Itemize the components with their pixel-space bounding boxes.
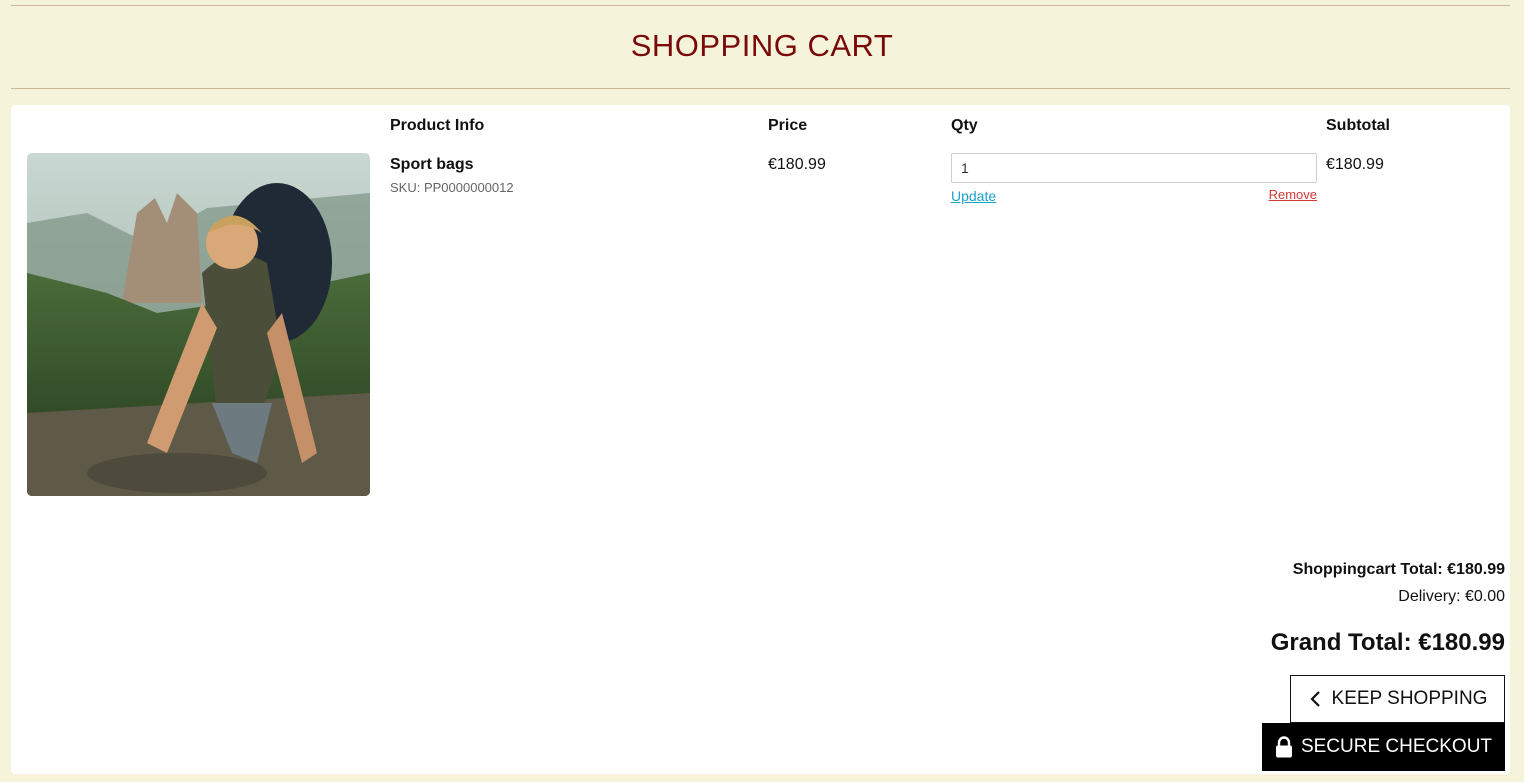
product-sku: SKU: PP0000000012 — [390, 180, 514, 195]
remove-link[interactable]: Remove — [1269, 187, 1317, 202]
page-title: SHOPPING CART — [630, 28, 894, 63]
product-subtotal: €180.99 — [1326, 156, 1384, 173]
update-link[interactable]: Update — [951, 188, 996, 204]
header-subtotal: Subtotal — [1326, 117, 1390, 134]
header-qty: Qty — [951, 117, 978, 134]
grand-total: Grand Total: €180.99 — [1270, 629, 1505, 656]
product-photo-icon — [27, 153, 370, 496]
lock-icon — [1275, 736, 1293, 758]
secure-checkout-label: SECURE CHECKOUT — [1300, 736, 1493, 757]
keep-shopping-label: KEEP SHOPPING — [1331, 688, 1488, 709]
shopping-cart-page: SHOPPING CART Product Info Price Qty Sub… — [0, 0, 1524, 782]
cart-total: Shoppingcart Total: €180.99 — [1292, 561, 1505, 578]
chevron-left-icon — [1308, 690, 1322, 708]
header-price: Price — [768, 117, 808, 134]
quantity-input[interactable] — [951, 153, 1317, 183]
product-name[interactable]: Sport bags — [390, 156, 474, 174]
divider-top — [11, 5, 1510, 6]
secure-checkout-button[interactable]: SECURE CHECKOUT — [1262, 723, 1505, 771]
header-product-info: Product Info — [390, 117, 485, 134]
cart-table: Product Info Price Qty Subtotal Sport ba… — [11, 105, 1510, 774]
divider-bottom — [11, 88, 1510, 89]
keep-shopping-button[interactable]: KEEP SHOPPING — [1290, 675, 1505, 723]
product-image — [27, 153, 370, 496]
product-price: €180.99 — [768, 156, 826, 173]
delivery-cost: Delivery: €0.00 — [1398, 588, 1505, 605]
